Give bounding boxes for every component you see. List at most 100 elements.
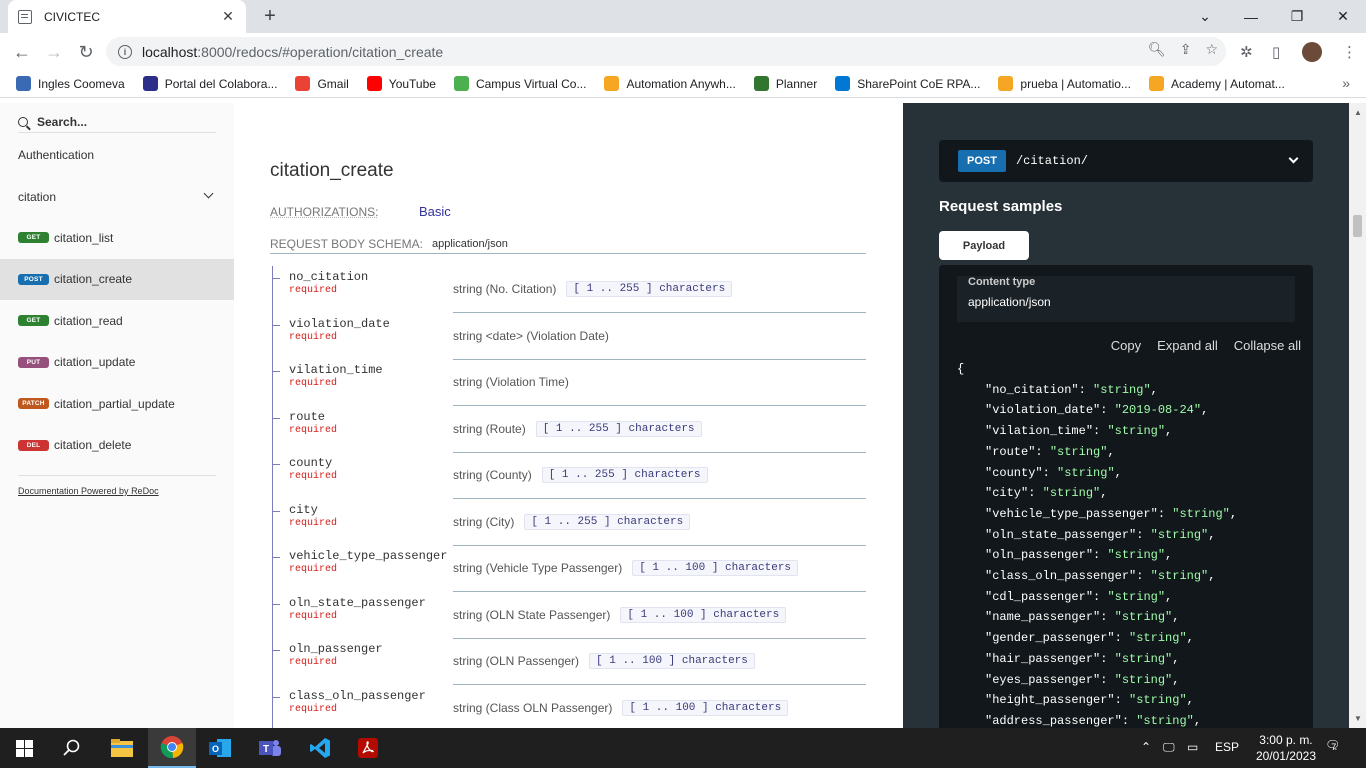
- battery-icon[interactable]: ▭: [1187, 740, 1198, 754]
- sidebar-item-citation-list[interactable]: GET citation_list: [0, 217, 234, 258]
- acrobat-icon[interactable]: [344, 728, 392, 768]
- close-tab-icon[interactable]: ✕: [220, 8, 236, 25]
- expand-all-button[interactable]: Expand all: [1157, 338, 1218, 353]
- profile-avatar[interactable]: [1302, 42, 1322, 62]
- json-value: "string": [1114, 610, 1173, 625]
- file-explorer-icon[interactable]: [98, 728, 146, 768]
- clock[interactable]: 3:00 p. m. 20/01/2023: [1256, 732, 1316, 764]
- search-icon: [18, 116, 28, 127]
- sidebar-item-authentication[interactable]: Authentication: [0, 134, 234, 175]
- bookmark-item[interactable]: Planner: [753, 76, 817, 91]
- search-icon[interactable]: [48, 728, 96, 768]
- endpoint-selector[interactable]: POST /citation/: [939, 140, 1313, 182]
- payload-tab[interactable]: Payload: [939, 231, 1029, 260]
- bookmark-item[interactable]: Ingles Coomeva: [16, 76, 125, 91]
- copy-button[interactable]: Copy: [1111, 338, 1141, 353]
- authorizations-label: AUTHORIZATIONS:: [270, 205, 379, 219]
- sidebar-item-label: citation_create: [54, 272, 133, 286]
- back-button[interactable]: ←: [10, 40, 34, 64]
- tree-line: [272, 591, 273, 639]
- page-icon: [18, 9, 32, 24]
- json-line: "city": "string",: [985, 486, 1108, 501]
- more-bookmarks-icon[interactable]: »: [1342, 75, 1350, 91]
- json-key: hair_passenger: [992, 651, 1094, 666]
- sidebar-group-citation[interactable]: citation: [0, 176, 234, 217]
- notifications-icon[interactable]: 🗨︎7: [1325, 738, 1345, 752]
- sidebar-item-citation-partial-update[interactable]: PATCH citation_partial_update: [0, 383, 234, 424]
- start-button[interactable]: [0, 728, 48, 768]
- http-method-badge: PATCH: [18, 398, 49, 409]
- required-label: required: [289, 564, 338, 575]
- http-method-badge: GET: [18, 315, 49, 326]
- close-window-button[interactable]: ✕: [1320, 0, 1366, 33]
- network-icon[interactable]: 🖵︎: [1163, 740, 1175, 755]
- chrome-icon[interactable]: [148, 728, 196, 768]
- page-scrollbar[interactable]: ▲ ▼: [1349, 103, 1366, 728]
- json-value: "string": [1129, 631, 1187, 646]
- scroll-down-icon[interactable]: ▼: [1354, 714, 1362, 723]
- schema-field: violation_date required string <date> (Vio…: [270, 312, 866, 360]
- redoc-page: Authentication citation GET citation_list…: [0, 103, 1366, 728]
- tree-line: [272, 405, 273, 453]
- field-constraint: [ 1 .. 255 ] characters: [541, 467, 708, 483]
- reload-button[interactable]: ↻: [74, 40, 98, 64]
- zoom-icon[interactable]: 🔍︎: [1148, 41, 1166, 58]
- json-value: "2019-08-24": [1114, 403, 1202, 418]
- bookmark-item[interactable]: Portal del Colabora...: [142, 76, 277, 91]
- bookmark-label: Automation Anywh...: [626, 76, 736, 91]
- restore-button[interactable]: ❐: [1274, 0, 1320, 33]
- show-hidden-icons[interactable]: ⌃: [1141, 740, 1151, 754]
- bookmark-item[interactable]: SharePoint CoE RPA...: [835, 76, 980, 91]
- tree-line: [272, 498, 273, 546]
- vscode-icon[interactable]: [296, 728, 344, 768]
- json-key: address_passenger: [992, 713, 1115, 728]
- search-input[interactable]: [37, 114, 207, 129]
- content-type-box: Content type application/json: [957, 276, 1295, 322]
- http-method-badge: POST: [958, 150, 1006, 172]
- scroll-up-icon[interactable]: ▲: [1354, 108, 1362, 117]
- authorizations-row: AUTHORIZATIONS: Basic: [270, 204, 866, 219]
- outlook-icon[interactable]: O: [196, 728, 244, 768]
- side-panel-icon[interactable]: ▯: [1272, 43, 1280, 61]
- bookmark-item[interactable]: YouTube: [366, 76, 436, 91]
- tree-line: [272, 312, 273, 360]
- minimize-button[interactable]: —: [1228, 0, 1274, 33]
- collapse-all-button[interactable]: Collapse all: [1234, 338, 1301, 353]
- bookmark-item[interactable]: prueba | Automatio...: [998, 76, 1131, 91]
- browser-menu-icon[interactable]: ⋮: [1342, 43, 1357, 61]
- address-bar[interactable]: i localhost:8000/redocs/#operation/citat…: [106, 37, 1226, 66]
- sidebar-item-citation-read[interactable]: GET citation_read: [0, 300, 234, 341]
- search-box[interactable]: [18, 111, 216, 133]
- json-line: "cdl_passenger": "string",: [985, 589, 1173, 604]
- powered-by-link[interactable]: Documentation Powered by ReDoc: [18, 486, 159, 496]
- bookmark-item[interactable]: Campus Virtual Co...: [453, 76, 586, 91]
- bookmark-item[interactable]: Academy | Automat...: [1148, 76, 1285, 91]
- schema-field: vehicle_type_passenger required string (Ve…: [270, 545, 866, 592]
- authorizations-value[interactable]: Basic: [419, 204, 451, 219]
- new-tab-button[interactable]: +: [258, 5, 282, 28]
- required-label: required: [289, 657, 338, 668]
- json-key: oln_state_passenger: [992, 527, 1130, 542]
- sidebar-group-label: citation: [18, 189, 57, 204]
- browser-tab[interactable]: CIVICTEC ✕: [8, 0, 246, 33]
- sidebar-item-citation-update[interactable]: PUT citation_update: [0, 342, 234, 383]
- bookmark-item[interactable]: Gmail: [295, 76, 349, 91]
- svg-text:T: T: [263, 744, 269, 755]
- teams-icon[interactable]: T: [246, 728, 294, 768]
- bookmark-item[interactable]: Automation Anywh...: [604, 76, 736, 91]
- scrollbar-thumb[interactable]: [1353, 215, 1362, 237]
- sidebar-item-citation-create[interactable]: POST citation_create: [0, 258, 234, 300]
- forward-button[interactable]: →: [42, 40, 66, 64]
- sidebar-item-citation-delete[interactable]: DEL citation_delete: [0, 425, 234, 466]
- extensions-icon[interactable]: ✲: [1240, 43, 1253, 61]
- site-info-icon[interactable]: i: [118, 44, 132, 59]
- bookmark-icon: [16, 76, 31, 91]
- share-icon[interactable]: ⇪: [1180, 41, 1192, 58]
- language-indicator[interactable]: ESP: [1215, 740, 1239, 754]
- field-description: string (Route) [ 1 .. 255 ] characters: [453, 406, 866, 453]
- right-panel: POST /citation/ Request samples Payload …: [903, 103, 1349, 728]
- code-sample-box: Content type application/json Copy Expan…: [939, 265, 1313, 728]
- tab-search-icon[interactable]: ⌄: [1182, 0, 1228, 33]
- http-method-badge: PUT: [18, 356, 49, 368]
- bookmark-star-icon[interactable]: ☆: [1205, 41, 1218, 58]
